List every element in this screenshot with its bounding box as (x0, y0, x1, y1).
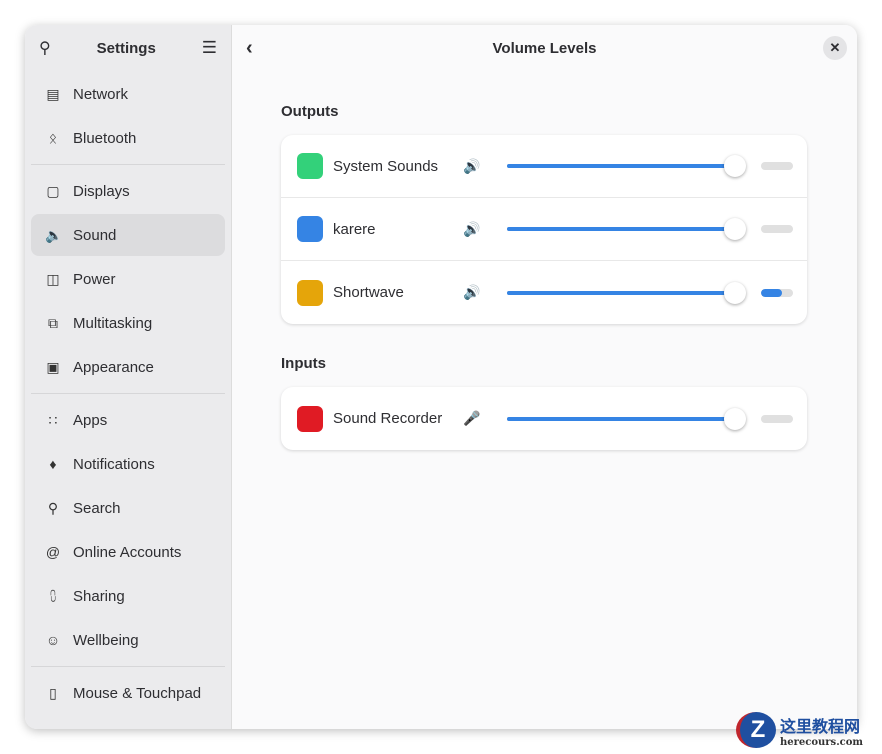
inputs-heading: Inputs (281, 355, 326, 372)
search-icon: ⚲ (47, 499, 59, 516)
sidebar-item-label: Apps (73, 411, 108, 429)
volume-slider[interactable] (507, 407, 746, 430)
slider-knob[interactable] (724, 218, 746, 240)
sidebar-item-label: Sharing (73, 587, 125, 605)
stream-name: System Sounds (333, 157, 439, 175)
app-icon (295, 214, 325, 244)
close-button[interactable]: ✕ (823, 36, 847, 60)
speaker-icon[interactable]: 🔊 (463, 284, 480, 301)
sidebar-title: Settings (96, 39, 156, 57)
volume-slider[interactable] (507, 155, 746, 177)
sidebar-item-sound[interactable]: 🔈 Sound (31, 214, 225, 256)
power-icon: ◫ (46, 270, 60, 287)
app-icon (295, 151, 325, 181)
mouse-icon: ▯ (49, 684, 57, 701)
sidebar-item-mouse-touchpad[interactable]: ▯ Mouse & Touchpad (31, 672, 225, 714)
sidebar-item-online-accounts[interactable]: @ Online Accounts (31, 531, 225, 573)
sidebar-item-label: Sound (73, 226, 117, 244)
speaker-icon[interactable]: 🔊 (463, 221, 480, 238)
sidebar-item-label: Search (73, 499, 121, 517)
outputs-list: System Sounds 🔊 karere 🔊 Shortwave 🔊 (281, 135, 807, 324)
microphone-icon[interactable]: 🎤 (463, 410, 480, 427)
settings-window: ⚲ Settings ☰ ▤ Network ᛟ Bluetooth ▢ Displays… (25, 25, 857, 729)
bluetooth-icon: ᛟ (48, 130, 58, 146)
at-icon: @ (45, 544, 61, 560)
speaker-icon[interactable]: 🔊 (463, 158, 480, 175)
stream-row: Sound Recorder 🎤 (281, 387, 807, 450)
sidebar-item-sharing[interactable]: ⩇ Sharing (31, 575, 225, 617)
sidebar-item-label: Network (73, 85, 129, 103)
sidebar-item-label: Displays (73, 182, 130, 200)
stream-name: Sound Recorder (333, 410, 443, 427)
level-meter (761, 414, 793, 423)
app-icon (295, 278, 325, 308)
slider-knob[interactable] (724, 281, 746, 304)
sidebar-item-label: Bluetooth (73, 129, 137, 147)
stream-name: Shortwave (333, 284, 404, 301)
multitasking-icon: ⧉ (48, 314, 58, 331)
sidebar: ⚲ Settings ☰ ▤ Network ᛟ Bluetooth ▢ Displays… (25, 25, 232, 729)
level-meter (761, 162, 793, 170)
sidebar-item-label: Wellbeing (73, 631, 139, 649)
apps-icon: ∷ (48, 411, 58, 428)
level-meter (761, 225, 793, 233)
wellbeing-icon: ☺ (45, 632, 61, 648)
level-meter (761, 288, 793, 297)
sidebar-item-displays[interactable]: ▢ Displays (31, 170, 225, 212)
network-icon: ▤ (46, 85, 60, 102)
sidebar-item-multitasking[interactable]: ⧉ Multitasking (31, 302, 225, 344)
sidebar-item-bluetooth[interactable]: ᛟ Bluetooth (31, 117, 225, 159)
back-button[interactable]: ‹ (246, 37, 253, 60)
slider-knob[interactable] (724, 407, 746, 430)
stream-name: karere (333, 220, 376, 238)
sidebar-item-notifications[interactable]: ♦ Notifications (31, 443, 225, 485)
sidebar-item-search[interactable]: ⚲ Search (31, 487, 225, 529)
sidebar-separator (31, 393, 225, 394)
sidebar-separator (31, 666, 225, 667)
stream-row: karere 🔊 (281, 198, 807, 261)
sidebar-item-label: Power (73, 270, 116, 288)
share-icon: ⩇ (49, 587, 57, 604)
app-icon (295, 404, 325, 434)
page-title: Volume Levels (492, 39, 597, 57)
watermark-logo: Z 这里教程网 herecours.com (736, 712, 863, 748)
sidebar-item-label: Mouse & Touchpad (73, 684, 202, 702)
slider-knob[interactable] (724, 155, 746, 177)
display-icon: ▢ (46, 182, 60, 199)
sidebar-item-appearance[interactable]: ▣ Appearance (31, 346, 225, 388)
sidebar-separator (31, 164, 225, 165)
sidebar-item-wellbeing[interactable]: ☺ Wellbeing (31, 619, 225, 661)
inputs-list: Sound Recorder 🎤 (281, 387, 807, 450)
bell-icon: ♦ (49, 456, 57, 472)
menu-icon[interactable]: ☰ (202, 38, 217, 58)
stream-row: System Sounds 🔊 (281, 135, 807, 198)
sidebar-item-label: Online Accounts (73, 543, 182, 561)
sidebar-item-network[interactable]: ▤ Network (31, 73, 225, 115)
sidebar-item-label: Notifications (73, 455, 155, 473)
sidebar-item-apps[interactable]: ∷ Apps (31, 399, 225, 441)
sidebar-item-label: Multitasking (73, 314, 153, 332)
outputs-heading: Outputs (281, 103, 339, 120)
volume-slider[interactable] (507, 218, 746, 240)
stream-row: Shortwave 🔊 (281, 261, 807, 324)
main-panel: ‹ Volume Levels ✕ Outputs System Sounds … (232, 25, 857, 729)
sidebar-item-label: Appearance (73, 358, 154, 376)
sidebar-item-power[interactable]: ◫ Power (31, 258, 225, 300)
search-icon[interactable]: ⚲ (39, 38, 51, 58)
volume-slider[interactable] (507, 281, 746, 304)
appearance-icon: ▣ (46, 358, 60, 375)
sound-icon: 🔈 (45, 226, 63, 243)
